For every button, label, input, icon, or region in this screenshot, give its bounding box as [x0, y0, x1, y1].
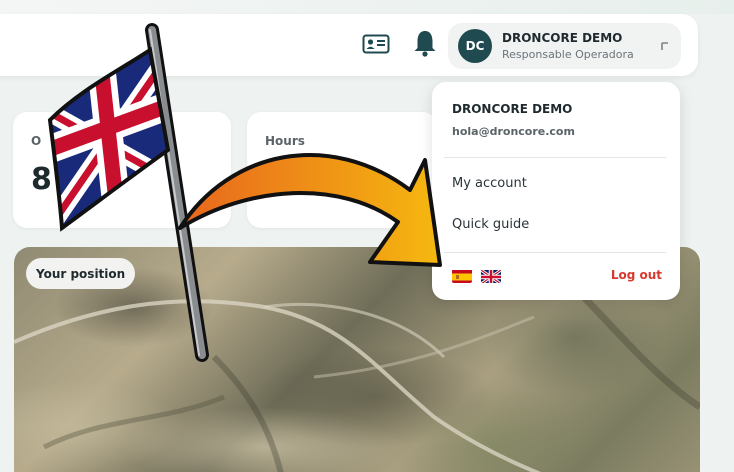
spanish-flag-icon — [452, 270, 472, 283]
top-strip — [0, 0, 734, 14]
dropdown-user-name: DRONCORE DEMO — [452, 102, 573, 116]
bell-icon — [414, 31, 436, 57]
id-card-button[interactable] — [362, 33, 390, 55]
stat-card-value: 8 — [31, 162, 52, 197]
your-position-badge: Your position — [26, 258, 136, 289]
stat-card-hours: Hours — [247, 112, 437, 228]
menu-item-quick-guide[interactable]: Quick guide — [452, 217, 529, 232]
user-menu-button[interactable]: DC DRONCORE DEMO Responsable Operadora — [448, 23, 681, 69]
notifications-button[interactable] — [410, 28, 440, 58]
language-english-button[interactable] — [481, 269, 501, 283]
chevron-icon — [661, 42, 668, 50]
stat-card-1: O 8 — [13, 112, 231, 228]
id-card-icon — [362, 34, 390, 54]
uk-flag-icon — [481, 269, 501, 283]
menu-item-my-account[interactable]: My account — [452, 176, 527, 191]
logout-button[interactable]: Log out — [611, 268, 662, 282]
stat-card-title: O — [31, 134, 42, 148]
divider — [444, 157, 666, 158]
user-name: DRONCORE DEMO — [502, 31, 623, 45]
user-role: Responsable Operadora — [502, 48, 634, 61]
avatar: DC — [458, 29, 492, 63]
dropdown-user-email: hola@droncore.com — [452, 125, 575, 138]
language-spanish-button[interactable] — [452, 269, 472, 283]
user-dropdown-menu: DRONCORE DEMO hola@droncore.com My accou… — [432, 82, 680, 300]
divider — [444, 252, 666, 253]
stat-card-title: Hours — [265, 134, 305, 148]
